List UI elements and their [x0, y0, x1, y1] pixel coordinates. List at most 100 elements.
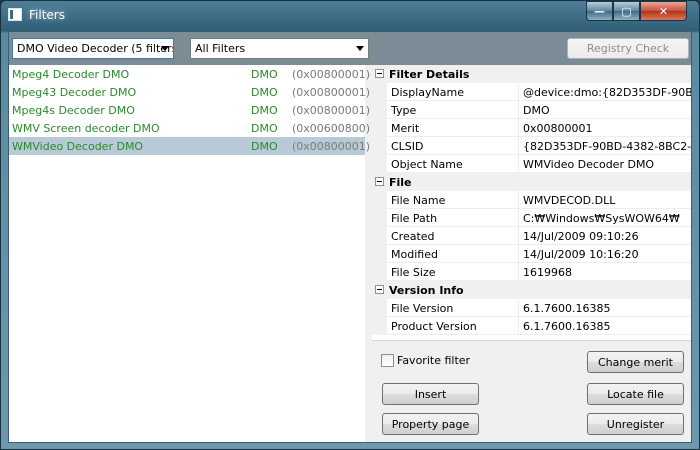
property-value[interactable]: 0x00800001	[519, 119, 691, 137]
minimize-icon: —	[594, 4, 605, 18]
maximize-icon: ▢	[621, 4, 632, 18]
filter-merit: (0x00600800)	[292, 122, 371, 135]
filter-merit: (0x00800001)	[292, 68, 371, 81]
property-value[interactable]: WMVideo Decoder DMO	[519, 155, 691, 173]
toolbar: DMO Video Decoder (5 filters) All Filter…	[9, 32, 691, 65]
registry-check-button[interactable]: Registry Check	[567, 38, 689, 59]
property-value[interactable]: 6.1.7600.16385	[519, 317, 691, 335]
minimize-button[interactable]: —	[586, 1, 613, 21]
property-value[interactable]: 1619968	[519, 263, 691, 281]
close-icon: ✕	[658, 4, 669, 18]
maximize-button[interactable]: ▢	[613, 1, 640, 21]
collapse-icon[interactable]	[375, 69, 384, 78]
property-row[interactable]: Object Name WMVideo Decoder DMO	[372, 155, 691, 173]
collapse-icon[interactable]	[375, 177, 384, 186]
filter-type: DMO	[251, 86, 278, 99]
row-gutter	[372, 245, 387, 263]
filters-window: Filters — ▢ ✕ DMO Video Decoder (5 filte…	[0, 0, 700, 450]
list-item[interactable]: Mpeg43 Decoder DMO DMO (0x00800001)	[9, 83, 370, 101]
collapse-icon[interactable]	[375, 285, 384, 294]
property-name: File Name	[387, 191, 519, 209]
row-gutter	[372, 263, 387, 281]
section-version-info[interactable]: Version Info	[372, 281, 691, 299]
property-row[interactable]: File Path C:₩Windows₩SysWOW64₩	[372, 209, 691, 227]
section-filter-details[interactable]: Filter Details	[372, 65, 691, 83]
property-value[interactable]: @device:dmo:{82D353DF-90BD-4382-8BC2-3F6…	[519, 83, 691, 101]
unregister-button[interactable]: Unregister	[587, 413, 684, 435]
filter-type: DMO	[251, 68, 278, 81]
dropdown-arrow-icon	[161, 46, 169, 51]
property-value[interactable]: 14/Jul/2009 10:16:20	[519, 245, 691, 263]
dropdown-arrow-icon	[356, 46, 364, 51]
row-gutter	[372, 209, 387, 227]
checkbox-box[interactable]	[381, 354, 394, 367]
property-value[interactable]: {82D353DF-90BD-4382-8BC2-3F6192B76E34}	[519, 137, 691, 155]
section-title: Version Info	[389, 284, 464, 297]
actions-panel: Favorite filter Change merit Insert Loca…	[372, 340, 691, 442]
category-select-value: DMO Video Decoder (5 filters)	[17, 42, 174, 55]
property-row[interactable]: File Name WMVDECOD.DLL	[372, 191, 691, 209]
row-gutter	[372, 119, 387, 137]
row-gutter	[372, 299, 387, 317]
property-name: Modified	[387, 245, 519, 263]
list-item[interactable]: WMV Screen decoder DMO DMO (0x00600800)	[9, 119, 370, 137]
category-select[interactable]: DMO Video Decoder (5 filters)	[12, 38, 174, 59]
filter-merit: (0x00800001)	[292, 86, 371, 99]
section-file[interactable]: File	[372, 173, 691, 191]
property-name: Product Version	[387, 317, 519, 335]
client-area: DMO Video Decoder (5 filters) All Filter…	[8, 31, 692, 443]
property-row[interactable]: File Size 1619968	[372, 263, 691, 281]
property-row[interactable]: File Version 6.1.7600.16385	[372, 299, 691, 317]
filter-type: DMO	[251, 104, 278, 117]
window-icon	[8, 8, 22, 21]
property-row[interactable]: Type DMO	[372, 101, 691, 119]
row-gutter	[372, 317, 387, 335]
property-name: Object Name	[387, 155, 519, 173]
filter-name: Mpeg4 Decoder DMO	[12, 68, 130, 81]
property-name: File Size	[387, 263, 519, 281]
property-name: File Path	[387, 209, 519, 227]
list-item[interactable]: Mpeg4 Decoder DMO DMO (0x00800001)	[9, 65, 370, 83]
property-name: Created	[387, 227, 519, 245]
filter-type: DMO	[251, 122, 278, 135]
window-title: Filters	[29, 8, 65, 22]
row-gutter	[372, 137, 387, 155]
list-item[interactable]: Mpeg4s Decoder DMO DMO (0x00800001)	[9, 101, 370, 119]
row-gutter	[372, 191, 387, 209]
property-row[interactable]: Modified 14/Jul/2009 10:16:20	[372, 245, 691, 263]
row-gutter	[372, 155, 387, 173]
property-row[interactable]: Created 14/Jul/2009 09:10:26	[372, 227, 691, 245]
property-name: DisplayName	[387, 83, 519, 101]
insert-button[interactable]: Insert	[382, 383, 479, 405]
filter-list[interactable]: Mpeg4 Decoder DMO DMO (0x00800001) Mpeg4…	[9, 65, 370, 442]
property-value[interactable]: 14/Jul/2009 09:10:26	[519, 227, 691, 245]
property-row[interactable]: CLSID {82D353DF-90BD-4382-8BC2-3F6192B76…	[372, 137, 691, 155]
close-button[interactable]: ✕	[640, 1, 687, 21]
section-title: Filter Details	[389, 68, 470, 81]
property-row[interactable]: DisplayName @device:dmo:{82D353DF-90BD-4…	[372, 83, 691, 101]
change-merit-button[interactable]: Change merit	[587, 351, 684, 373]
favorite-filter-checkbox[interactable]: Favorite filter	[381, 354, 470, 367]
filter-name: Mpeg4s Decoder DMO	[12, 104, 135, 117]
locate-file-button[interactable]: Locate file	[587, 383, 684, 405]
title-bar[interactable]: Filters — ▢ ✕	[1, 1, 699, 31]
property-name: Type	[387, 101, 519, 119]
filter-type-select-value: All Filters	[195, 42, 246, 55]
list-item-selected[interactable]: WMVideo Decoder DMO DMO (0x00800001)	[9, 137, 370, 155]
property-value[interactable]: WMVDECOD.DLL	[519, 191, 691, 209]
property-value[interactable]: C:₩Windows₩SysWOW64₩	[519, 209, 691, 227]
filter-type: DMO	[251, 140, 278, 153]
property-row[interactable]: Merit 0x00800001	[372, 119, 691, 137]
caption-buttons: — ▢ ✕	[586, 1, 687, 22]
filter-name: Mpeg43 Decoder DMO	[12, 86, 137, 99]
property-value[interactable]: 6.1.7600.16385	[519, 299, 691, 317]
filter-type-select[interactable]: All Filters	[190, 38, 369, 59]
property-name: Merit	[387, 119, 519, 137]
filter-name: WMV Screen decoder DMO	[12, 122, 160, 135]
property-name: CLSID	[387, 137, 519, 155]
property-name: File Version	[387, 299, 519, 317]
property-row[interactable]: Product Version 6.1.7600.16385	[372, 317, 691, 335]
property-value[interactable]: DMO	[519, 101, 691, 119]
property-page-button[interactable]: Property page	[382, 413, 479, 435]
section-title: File	[389, 176, 412, 189]
